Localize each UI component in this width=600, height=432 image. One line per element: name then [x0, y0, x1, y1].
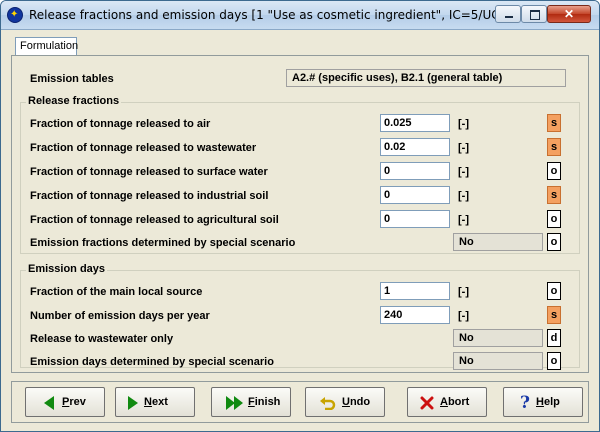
surface-water-fraction-unit: [-] — [458, 166, 469, 178]
help-button[interactable]: ? Help — [503, 387, 583, 417]
surface-water-fraction-input[interactable] — [380, 162, 450, 180]
special-scenario-days-source-badge[interactable]: o — [547, 352, 561, 370]
prev-button[interactable]: Prev — [25, 387, 105, 417]
agricultural-soil-fraction-unit: [-] — [458, 214, 469, 226]
main-local-source-input[interactable] — [380, 282, 450, 300]
window-title: Release fractions and emission days [1 "… — [29, 8, 530, 22]
double-arrow-right-icon — [226, 396, 243, 410]
surface-water-fraction-source-badge[interactable]: o — [547, 162, 561, 180]
wastewater-only-label: Release to wastewater only — [30, 333, 174, 345]
wastewater-fraction-input[interactable] — [380, 138, 450, 156]
main-local-source-unit: [-] — [458, 286, 469, 298]
special-scenario-days-value: No — [453, 352, 543, 370]
emission-days-per-year-input[interactable] — [380, 306, 450, 324]
main-local-source-source-badge[interactable]: o — [547, 282, 561, 300]
maximize-button[interactable] — [521, 5, 547, 23]
emission-days-per-year-source-badge[interactable]: s — [547, 306, 561, 324]
air-fraction-input[interactable] — [380, 114, 450, 132]
wastewater-only-value: No — [453, 329, 543, 347]
agricultural-soil-fraction-input[interactable] — [380, 210, 450, 228]
special-scenario-days-label: Emission days determined by special scen… — [30, 356, 274, 368]
emission-tables-value: A2.# (specific uses), B2.1 (general tabl… — [286, 69, 566, 87]
release-fractions-title: Release fractions — [26, 95, 122, 107]
finish-button[interactable]: Finish — [211, 387, 291, 417]
wastewater-fraction-source-badge[interactable]: s — [547, 138, 561, 156]
industrial-soil-fraction-input[interactable] — [380, 186, 450, 204]
arrow-left-icon — [44, 396, 54, 410]
formulation-panel: Emission tables A2.# (specific uses), B2… — [11, 55, 589, 373]
wastewater-only-source-badge[interactable]: d — [547, 329, 561, 347]
air-fraction-label: Fraction of tonnage released to air — [30, 118, 211, 130]
agricultural-soil-fraction-source-badge[interactable]: o — [547, 210, 561, 228]
air-fraction-unit: [-] — [458, 118, 469, 130]
next-button[interactable]: Next — [115, 387, 195, 417]
abort-button[interactable]: Abort — [407, 387, 487, 417]
minimize-button[interactable] — [495, 5, 521, 23]
industrial-soil-fraction-unit: [-] — [458, 190, 469, 202]
special-scenario-fractions-source-badge[interactable]: o — [547, 233, 561, 251]
emission-days-per-year-label: Number of emission days per year — [30, 310, 210, 322]
emission-tables-label: Emission tables — [30, 73, 114, 85]
special-scenario-fractions-label: Emission fractions determined by special… — [30, 237, 296, 249]
wastewater-fraction-unit: [-] — [458, 142, 469, 154]
help-question-icon: ? — [520, 393, 530, 413]
tab-formulation[interactable]: Formulation — [15, 37, 78, 55]
emission-days-title: Emission days — [26, 263, 108, 275]
eu-flag-icon — [7, 7, 23, 23]
arrow-right-icon — [128, 396, 138, 410]
air-fraction-source-badge[interactable]: s — [547, 114, 561, 132]
undo-button[interactable]: Undo — [305, 387, 385, 417]
surface-water-fraction-label: Fraction of tonnage released to surface … — [30, 166, 268, 178]
main-local-source-label: Fraction of the main local source — [30, 286, 203, 298]
title-bar[interactable]: Release fractions and emission days [1 "… — [1, 1, 599, 30]
undo-icon — [320, 397, 336, 410]
abort-x-icon — [420, 396, 434, 410]
emission-days-per-year-unit: [-] — [458, 310, 469, 322]
industrial-soil-fraction-source-badge[interactable]: s — [547, 186, 561, 204]
wastewater-fraction-label: Fraction of tonnage released to wastewat… — [30, 142, 257, 154]
close-button[interactable] — [547, 5, 591, 23]
special-scenario-fractions-value: No — [453, 233, 543, 251]
agricultural-soil-fraction-label: Fraction of tonnage released to agricult… — [30, 214, 279, 226]
dialog-window: Release fractions and emission days [1 "… — [0, 0, 600, 432]
industrial-soil-fraction-label: Fraction of tonnage released to industri… — [30, 190, 269, 202]
